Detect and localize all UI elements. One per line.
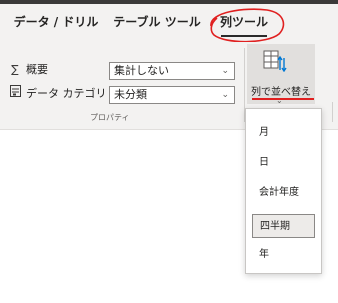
category-label: データ カテゴリ <box>26 87 107 100</box>
properties-group-label: プロパティ <box>90 113 130 122</box>
sigma-icon: ∑ <box>11 63 19 76</box>
sort-by-column-button[interactable]: 列で並べ替え ⌄ <box>247 44 315 105</box>
tab-column-tools[interactable]: 列ツール <box>207 4 281 42</box>
category-row: データ カテゴリ <box>8 84 107 104</box>
menu-item-fiscal-year[interactable]: 会計年度 <box>252 181 315 205</box>
ribbon-tabs: データ / ドリル テーブル ツール 列ツール <box>0 4 338 43</box>
active-tab-underline <box>221 35 267 37</box>
tab-column-tools-label: 列ツール <box>219 15 268 29</box>
menu-item-year[interactable]: 年 <box>252 243 315 267</box>
category-select-value: 未分類 <box>114 88 147 101</box>
menu-item-month[interactable]: 月 <box>252 121 315 145</box>
summary-select-value: 集計しない <box>114 64 169 77</box>
summary-select[interactable]: 集計しない ⌄ <box>109 62 235 80</box>
sort-by-column-icon <box>263 50 287 72</box>
chevron-down-icon: ⌄ <box>221 66 229 76</box>
summary-row: ∑ 概要 <box>8 60 48 80</box>
tab-table-tools[interactable]: テーブル ツール <box>112 4 202 42</box>
chevron-down-icon: ⌄ <box>221 90 229 100</box>
menu-item-day[interactable]: 日 <box>252 151 315 175</box>
category-select[interactable]: 未分類 ⌄ <box>109 86 235 104</box>
group-separator-right <box>332 102 333 122</box>
red-underline-annotation <box>252 98 314 100</box>
sort-dropdown-menu: 月 日 会計年度 四半期 年 <box>245 108 322 274</box>
menu-item-quarter[interactable]: 四半期 <box>252 214 315 238</box>
data-category-icon <box>8 84 22 104</box>
tab-data-drill[interactable]: データ / ドリル <box>6 4 106 42</box>
summary-label: 概要 <box>26 63 48 76</box>
